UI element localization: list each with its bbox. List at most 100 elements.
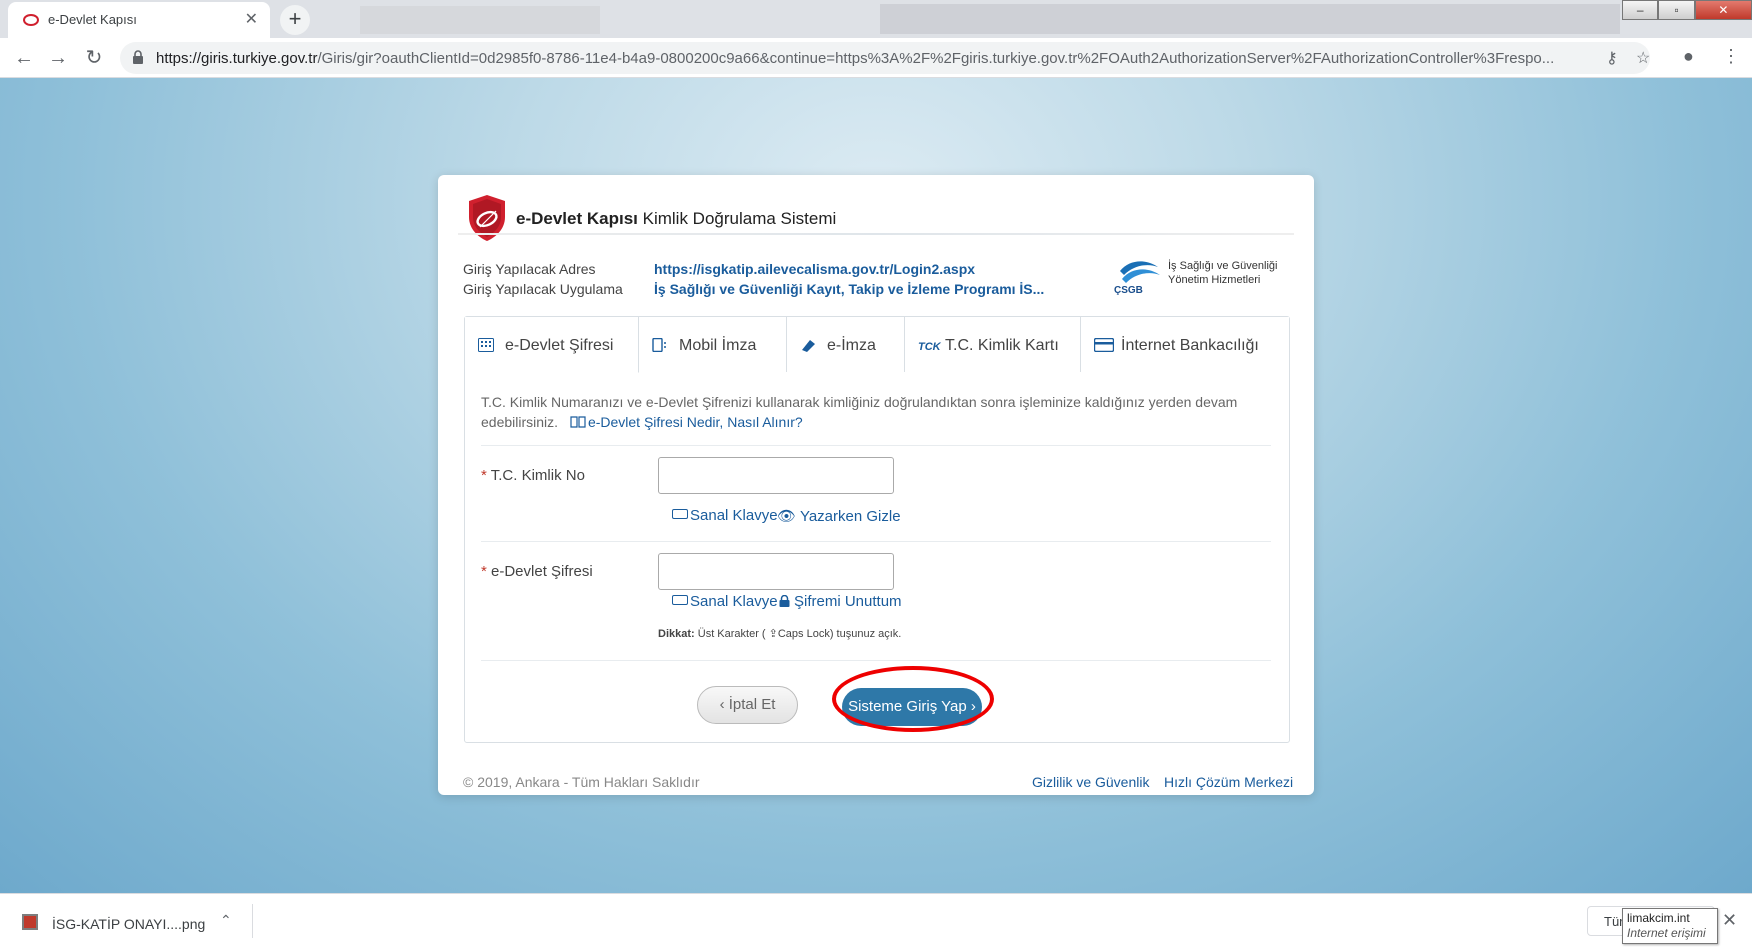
login-label: Sisteme Giriş Yap (848, 698, 967, 715)
chevron-right-icon: › (970, 698, 976, 715)
svg-text:TCK: TCK (918, 341, 942, 352)
book-icon (570, 416, 586, 428)
login-button[interactable]: Sisteme Giriş Yap › (842, 688, 982, 726)
maximize-button[interactable]: ▫ (1658, 0, 1695, 20)
virtual-keyboard-label: Sanal Klavye (690, 593, 778, 610)
caps-warning-bold: Dikkat: (658, 628, 695, 640)
mobile-icon (652, 338, 666, 352)
tab-label: e-İmza (827, 337, 876, 354)
tab-label: İnternet Bankacılığı (1121, 337, 1259, 354)
lock-icon (133, 50, 143, 64)
bookmark-star-icon[interactable]: ☆ (1636, 48, 1650, 68)
new-tab-button[interactable]: + (280, 5, 310, 35)
tc-kimlik-input[interactable] (658, 457, 894, 494)
menu-icon[interactable]: ⋮ (1722, 46, 1740, 67)
tooltip-line1: limakcim.int (1627, 911, 1690, 925)
e-devlet-shield-logo-icon (469, 195, 505, 241)
virtual-keyboard-link[interactable]: Sanal Klavye (672, 507, 778, 524)
browser-tab[interactable]: e-Devlet Kapısı ✕ (8, 2, 270, 38)
support-link[interactable]: Hızlı Çözüm Merkezi (1164, 774, 1293, 790)
divider (252, 904, 253, 938)
brand-title: e-Devlet Kapısı Kimlik Doğrulama Sistemi (516, 209, 836, 229)
address-bar[interactable]: https://giris.turkiye.gov.tr/Giris/gir?o… (120, 42, 1650, 74)
card-header: e-Devlet Kapısı Kimlik Doğrulama Sistemi (438, 175, 1314, 241)
cancel-label: İptal Et (728, 696, 776, 713)
tab-mobil-imza[interactable]: Mobil İmza (639, 317, 787, 372)
forward-button[interactable]: → (46, 46, 70, 70)
tab-internet-bankaciligi[interactable]: İnternet Bankacılığı (1081, 317, 1289, 372)
tab-e-devlet-sifresi[interactable]: e-Devlet Şifresi (465, 317, 639, 373)
hide-typing-label: Yazarken Gizle (799, 508, 901, 525)
eye-icon: 👁︎ (777, 508, 800, 525)
background-window (360, 6, 600, 34)
help-link-text: e-Devlet Şifresi Nedir, Nasıl Alınır? (587, 414, 803, 430)
forgot-password-label: Şifremi Unuttum (794, 593, 902, 610)
lock-icon (779, 594, 790, 607)
background-window-title (880, 4, 1620, 34)
window-controls: – ▫ ✕ (1622, 0, 1752, 22)
required-mark: * (481, 563, 487, 580)
virtual-keyboard-label: Sanal Klavye (690, 507, 778, 524)
tc-kimlik-label: * T.C. Kimlik No (481, 467, 585, 484)
browser-toolbar: ← → ↻ https://giris.turkiye.gov.tr/Giris… (0, 38, 1752, 78)
csgb-org-name: İş Sağlığı ve Güvenliği Yönetim Hizmetle… (1168, 259, 1277, 287)
address-value: https://isgkatip.ailevecalisma.gov.tr/Lo… (654, 261, 976, 277)
network-tooltip: limakcim.int Internet erişimi (1622, 908, 1718, 944)
required-mark: * (481, 467, 487, 484)
download-file-name[interactable]: İSG-KATİP ONAYI....png (52, 916, 205, 932)
download-bar: İSG-KATİP ONAYI....png ⌃ Tür limakcim.in… (0, 893, 1752, 947)
privacy-link[interactable]: Gizlilik ve Güvenlik (1032, 774, 1149, 790)
tooltip-line2: Internet erişimi (1627, 926, 1706, 940)
tab-close-icon[interactable]: ✕ (245, 9, 258, 29)
password-key-icon[interactable]: ⚷ (1606, 48, 1618, 68)
close-icon[interactable]: ✕ (1722, 910, 1737, 931)
chevron-up-icon[interactable]: ⌃ (220, 912, 232, 929)
e-devlet-sifresi-label-text: e-Devlet Şifresi (491, 563, 593, 580)
cancel-button[interactable]: ‹ İptal Et (697, 686, 798, 724)
csgb-org-line1: İş Sağlığı ve Güvenliği (1168, 260, 1278, 272)
tc-kimlik-label-text: T.C. Kimlik No (490, 467, 585, 484)
reload-button[interactable]: ↻ (82, 46, 106, 70)
keypad-icon (478, 338, 494, 352)
virtual-keyboard-link[interactable]: Sanal Klavye (672, 593, 778, 610)
application-value: İş Sağlığı ve Güvenliği Kayıt, Takip ve … (654, 281, 1045, 297)
tab-label: T.C. Kimlik Kartı (945, 337, 1059, 354)
caps-warning-text: Üst Karakter ( ⇪Caps Lock) tuşunuz açık. (694, 628, 902, 640)
divider (481, 660, 1271, 661)
forgot-password-link[interactable]: Şifremi Unuttum (779, 593, 902, 610)
login-card: e-Devlet Kapısı Kimlik Doğrulama Sistemi… (438, 175, 1314, 795)
keyboard-icon (672, 595, 688, 605)
brand-rest: Kimlik Doğrulama Sistemi (637, 209, 837, 228)
url-path: /Giris/gir?oauthClientId=0d2985f0-8786-1… (317, 50, 1555, 67)
address-label: Giriş Yapılacak Adres (463, 261, 596, 277)
account-icon[interactable]: ● (1683, 46, 1694, 67)
credit-card-icon (1094, 338, 1114, 352)
tab-label: Mobil İmza (679, 337, 757, 354)
divider (481, 445, 1271, 446)
id-card-icon: TCK (918, 341, 942, 352)
back-button[interactable]: ← (12, 46, 36, 70)
window-close-button[interactable]: ✕ (1694, 0, 1752, 20)
brand-bold: e-Devlet Kapısı (516, 209, 638, 228)
browser-tabstrip: e-Devlet Kapısı ✕ + – ▫ ✕ (0, 0, 1752, 38)
page-background: e-Devlet Kapısı Kimlik Doğrulama Sistemi… (0, 78, 1752, 893)
tab-title: e-Devlet Kapısı (48, 12, 137, 27)
chevron-left-icon: ‹ (719, 696, 725, 713)
hide-typing-link[interactable]: 👁︎ Yazarken Gizle (777, 507, 901, 525)
tab-label: e-Devlet Şifresi (505, 337, 614, 354)
login-description: T.C. Kimlik Numaranızı ve e-Devlet Şifre… (481, 392, 1281, 432)
url-host: https://giris.turkiye.gov.tr (156, 50, 318, 67)
application-label: Giriş Yapılacak Uygulama (463, 281, 623, 297)
minimize-button[interactable]: – (1622, 0, 1659, 20)
login-panel: e-Devlet Şifresi Mobil İmza e-İmza TCK T… (464, 316, 1290, 743)
caps-lock-warning: Dikkat: Üst Karakter ( ⇪Caps Lock) tuşun… (658, 627, 901, 640)
help-link[interactable]: e-Devlet Şifresi Nedir, Nasıl Alınır? (562, 414, 803, 430)
password-input[interactable] (658, 553, 894, 590)
usb-token-icon (802, 340, 815, 352)
tab-tc-kimlik-karti[interactable]: TCK T.C. Kimlik Kartı (905, 317, 1081, 372)
url-text: https://giris.turkiye.gov.tr/Giris/gir?o… (156, 50, 1596, 67)
image-file-icon (22, 914, 38, 930)
e-devlet-favicon-icon (23, 14, 39, 26)
tab-e-imza[interactable]: e-İmza (787, 317, 905, 372)
e-devlet-sifresi-label: * e-Devlet Şifresi (481, 563, 593, 580)
